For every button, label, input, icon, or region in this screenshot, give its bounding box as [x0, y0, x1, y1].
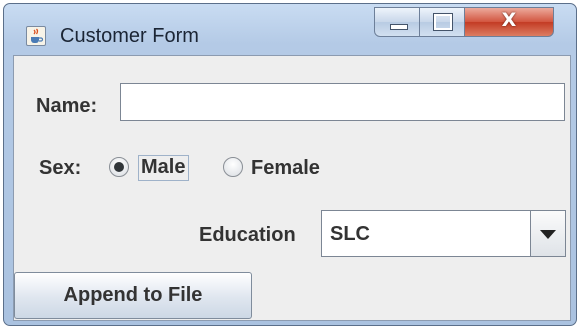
close-icon: X — [501, 9, 517, 31]
close-button[interactable]: X — [464, 7, 554, 37]
name-label: Name: — [36, 95, 98, 117]
append-to-file-button[interactable]: Append to File — [14, 272, 252, 319]
male-option-label[interactable]: Male — [138, 155, 190, 181]
java-cup-icon[interactable] — [26, 26, 46, 46]
education-dropdown-button[interactable] — [530, 211, 565, 256]
minimize-button[interactable] — [374, 7, 420, 37]
female-option-label[interactable]: Female — [251, 157, 320, 180]
education-selected-value: SLC — [330, 223, 370, 245]
education-select[interactable]: SLC — [321, 210, 566, 257]
window-title: Customer Form — [60, 25, 199, 47]
female-radio[interactable] — [223, 157, 243, 177]
male-radio[interactable] — [109, 157, 129, 177]
maximize-button[interactable] — [419, 7, 465, 37]
sex-label: Sex: — [39, 157, 82, 179]
maximize-icon — [433, 13, 453, 31]
customer-form-window: Customer Form X Name: Sex: Male Female E… — [3, 3, 577, 326]
minimize-icon — [390, 24, 408, 30]
education-label: Education — [199, 224, 296, 246]
radio-selected-dot — [114, 162, 124, 172]
form-panel: Name: Sex: Male Female Education SLC App… — [13, 55, 571, 321]
name-input[interactable] — [120, 83, 565, 121]
title-bar[interactable]: Customer Form X — [4, 4, 576, 54]
chevron-down-icon — [540, 230, 556, 239]
